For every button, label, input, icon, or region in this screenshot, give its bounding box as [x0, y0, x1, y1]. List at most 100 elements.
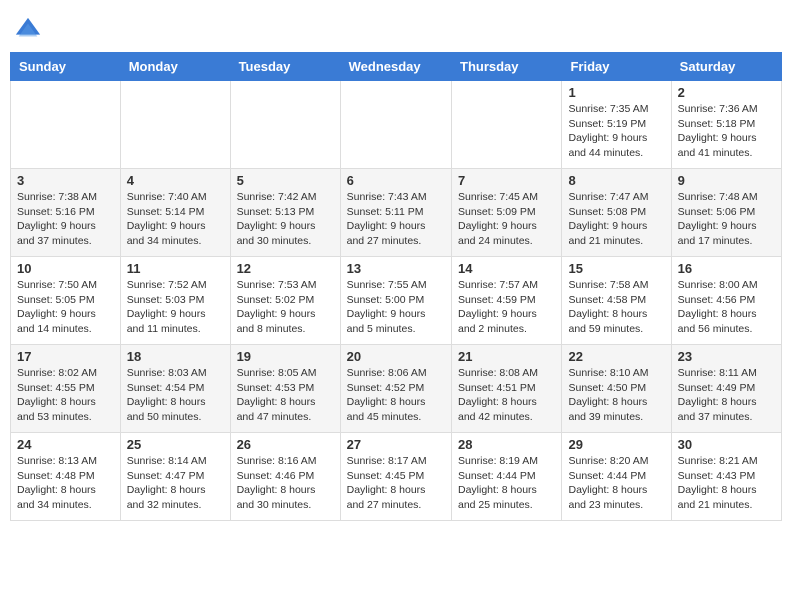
header-wednesday: Wednesday [340, 53, 451, 81]
day-info: Sunrise: 8:16 AM Sunset: 4:46 PM Dayligh… [237, 454, 334, 513]
day-info: Sunrise: 8:17 AM Sunset: 4:45 PM Dayligh… [347, 454, 445, 513]
day-info: Sunrise: 8:11 AM Sunset: 4:49 PM Dayligh… [678, 366, 775, 425]
logo-icon [14, 16, 42, 44]
day-number: 29 [568, 437, 664, 452]
week-row-4: 17 Sunrise: 8:02 AM Sunset: 4:55 PM Dayli… [11, 345, 782, 433]
calendar-cell: 9 Sunrise: 7:48 AM Sunset: 5:06 PM Daylig… [671, 169, 781, 257]
header-row: SundayMondayTuesdayWednesdayThursdayFrid… [11, 53, 782, 81]
day-number: 18 [127, 349, 224, 364]
day-info: Sunrise: 7:48 AM Sunset: 5:06 PM Dayligh… [678, 190, 775, 249]
day-info: Sunrise: 7:47 AM Sunset: 5:08 PM Dayligh… [568, 190, 664, 249]
day-info: Sunrise: 8:05 AM Sunset: 4:53 PM Dayligh… [237, 366, 334, 425]
day-info: Sunrise: 7:53 AM Sunset: 5:02 PM Dayligh… [237, 278, 334, 337]
day-number: 22 [568, 349, 664, 364]
calendar-cell: 15 Sunrise: 7:58 AM Sunset: 4:58 PM Dayli… [562, 257, 671, 345]
day-number: 2 [678, 85, 775, 100]
day-info: Sunrise: 7:35 AM Sunset: 5:19 PM Dayligh… [568, 102, 664, 161]
calendar-cell: 17 Sunrise: 8:02 AM Sunset: 4:55 PM Dayli… [11, 345, 121, 433]
calendar-cell: 20 Sunrise: 8:06 AM Sunset: 4:52 PM Dayli… [340, 345, 451, 433]
week-row-1: 1 Sunrise: 7:35 AM Sunset: 5:19 PM Daylig… [11, 81, 782, 169]
day-number: 8 [568, 173, 664, 188]
day-number: 9 [678, 173, 775, 188]
day-number: 6 [347, 173, 445, 188]
calendar-cell: 30 Sunrise: 8:21 AM Sunset: 4:43 PM Dayli… [671, 433, 781, 521]
day-number: 21 [458, 349, 555, 364]
day-number: 23 [678, 349, 775, 364]
day-number: 17 [17, 349, 114, 364]
day-number: 4 [127, 173, 224, 188]
calendar-cell: 6 Sunrise: 7:43 AM Sunset: 5:11 PM Daylig… [340, 169, 451, 257]
day-number: 15 [568, 261, 664, 276]
day-info: Sunrise: 7:55 AM Sunset: 5:00 PM Dayligh… [347, 278, 445, 337]
calendar-cell: 25 Sunrise: 8:14 AM Sunset: 4:47 PM Dayli… [120, 433, 230, 521]
day-number: 7 [458, 173, 555, 188]
calendar-cell: 19 Sunrise: 8:05 AM Sunset: 4:53 PM Dayli… [230, 345, 340, 433]
calendar-cell: 12 Sunrise: 7:53 AM Sunset: 5:02 PM Dayli… [230, 257, 340, 345]
day-info: Sunrise: 7:36 AM Sunset: 5:18 PM Dayligh… [678, 102, 775, 161]
day-info: Sunrise: 7:40 AM Sunset: 5:14 PM Dayligh… [127, 190, 224, 249]
day-number: 28 [458, 437, 555, 452]
day-info: Sunrise: 8:20 AM Sunset: 4:44 PM Dayligh… [568, 454, 664, 513]
calendar-cell: 16 Sunrise: 8:00 AM Sunset: 4:56 PM Dayli… [671, 257, 781, 345]
header-thursday: Thursday [452, 53, 562, 81]
day-info: Sunrise: 8:00 AM Sunset: 4:56 PM Dayligh… [678, 278, 775, 337]
header-friday: Friday [562, 53, 671, 81]
day-info: Sunrise: 7:45 AM Sunset: 5:09 PM Dayligh… [458, 190, 555, 249]
calendar-cell: 27 Sunrise: 8:17 AM Sunset: 4:45 PM Dayli… [340, 433, 451, 521]
header-tuesday: Tuesday [230, 53, 340, 81]
day-info: Sunrise: 7:38 AM Sunset: 5:16 PM Dayligh… [17, 190, 114, 249]
header-sunday: Sunday [11, 53, 121, 81]
header-saturday: Saturday [671, 53, 781, 81]
page-header [10, 10, 782, 44]
calendar-cell: 8 Sunrise: 7:47 AM Sunset: 5:08 PM Daylig… [562, 169, 671, 257]
day-info: Sunrise: 7:57 AM Sunset: 4:59 PM Dayligh… [458, 278, 555, 337]
calendar-cell: 1 Sunrise: 7:35 AM Sunset: 5:19 PM Daylig… [562, 81, 671, 169]
day-number: 27 [347, 437, 445, 452]
calendar-cell: 2 Sunrise: 7:36 AM Sunset: 5:18 PM Daylig… [671, 81, 781, 169]
calendar-cell: 4 Sunrise: 7:40 AM Sunset: 5:14 PM Daylig… [120, 169, 230, 257]
day-number: 19 [237, 349, 334, 364]
day-info: Sunrise: 8:13 AM Sunset: 4:48 PM Dayligh… [17, 454, 114, 513]
day-info: Sunrise: 8:14 AM Sunset: 4:47 PM Dayligh… [127, 454, 224, 513]
day-info: Sunrise: 8:06 AM Sunset: 4:52 PM Dayligh… [347, 366, 445, 425]
week-row-2: 3 Sunrise: 7:38 AM Sunset: 5:16 PM Daylig… [11, 169, 782, 257]
calendar-cell: 11 Sunrise: 7:52 AM Sunset: 5:03 PM Dayli… [120, 257, 230, 345]
day-number: 16 [678, 261, 775, 276]
calendar-cell: 29 Sunrise: 8:20 AM Sunset: 4:44 PM Dayli… [562, 433, 671, 521]
day-info: Sunrise: 8:08 AM Sunset: 4:51 PM Dayligh… [458, 366, 555, 425]
calendar-cell: 23 Sunrise: 8:11 AM Sunset: 4:49 PM Dayli… [671, 345, 781, 433]
calendar-cell: 24 Sunrise: 8:13 AM Sunset: 4:48 PM Dayli… [11, 433, 121, 521]
day-number: 12 [237, 261, 334, 276]
day-number: 30 [678, 437, 775, 452]
day-number: 20 [347, 349, 445, 364]
day-number: 13 [347, 261, 445, 276]
day-number: 14 [458, 261, 555, 276]
header-monday: Monday [120, 53, 230, 81]
day-info: Sunrise: 7:43 AM Sunset: 5:11 PM Dayligh… [347, 190, 445, 249]
calendar-cell: 13 Sunrise: 7:55 AM Sunset: 5:00 PM Dayli… [340, 257, 451, 345]
calendar-cell [120, 81, 230, 169]
day-number: 24 [17, 437, 114, 452]
day-info: Sunrise: 7:58 AM Sunset: 4:58 PM Dayligh… [568, 278, 664, 337]
day-number: 3 [17, 173, 114, 188]
week-row-3: 10Sunrise: 7:50 AM Sunset: 5:05 PM Dayli… [11, 257, 782, 345]
day-info: Sunrise: 8:02 AM Sunset: 4:55 PM Dayligh… [17, 366, 114, 425]
calendar-cell: 22Sunrise: 8:10 AM Sunset: 4:50 PM Dayli… [562, 345, 671, 433]
calendar-cell [11, 81, 121, 169]
day-info: Sunrise: 7:50 AM Sunset: 5:05 PM Dayligh… [17, 278, 114, 337]
day-info: Sunrise: 8:21 AM Sunset: 4:43 PM Dayligh… [678, 454, 775, 513]
calendar-cell: 26 Sunrise: 8:16 AM Sunset: 4:46 PM Dayli… [230, 433, 340, 521]
day-info: Sunrise: 7:52 AM Sunset: 5:03 PM Dayligh… [127, 278, 224, 337]
calendar-cell [452, 81, 562, 169]
calendar-cell [230, 81, 340, 169]
calendar-cell: 5Sunrise: 7:42 AM Sunset: 5:13 PM Daylig… [230, 169, 340, 257]
calendar-cell: 3 Sunrise: 7:38 AM Sunset: 5:16 PM Daylig… [11, 169, 121, 257]
calendar-cell: 7 Sunrise: 7:45 AM Sunset: 5:09 PM Daylig… [452, 169, 562, 257]
calendar-cell: 10Sunrise: 7:50 AM Sunset: 5:05 PM Dayli… [11, 257, 121, 345]
day-number: 26 [237, 437, 334, 452]
calendar-cell: 28Sunrise: 8:19 AM Sunset: 4:44 PM Dayli… [452, 433, 562, 521]
day-number: 1 [568, 85, 664, 100]
day-number: 25 [127, 437, 224, 452]
day-number: 11 [127, 261, 224, 276]
day-info: Sunrise: 7:42 AM Sunset: 5:13 PM Dayligh… [237, 190, 334, 249]
